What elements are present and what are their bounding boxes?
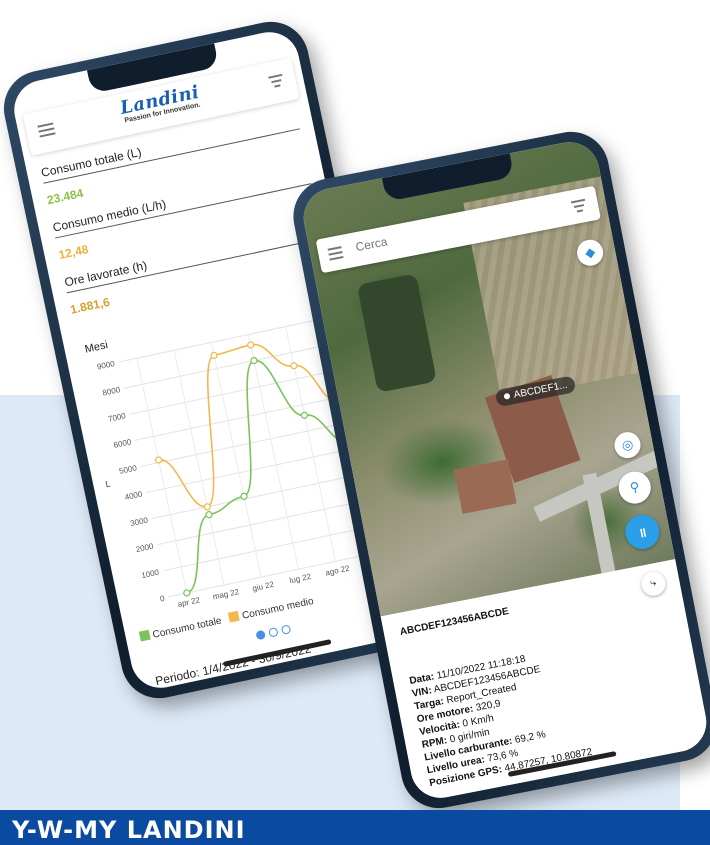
- y-tick-label: 8000: [102, 385, 122, 398]
- page-dot[interactable]: [267, 627, 279, 638]
- chart-title: Mesi: [84, 339, 109, 356]
- y-tick-label: 0: [159, 594, 166, 604]
- legend-swatch-totale: [138, 629, 151, 642]
- grid-line: [123, 340, 347, 389]
- x-tick-label: giu 22: [252, 580, 276, 593]
- page-dot[interactable]: [280, 624, 291, 636]
- grid-line: [118, 314, 342, 363]
- grid-line: [129, 366, 353, 415]
- filter-icon[interactable]: [570, 198, 588, 216]
- grid-line: [145, 444, 370, 494]
- grid-line: [134, 392, 359, 441]
- y-tick-label: 9000: [96, 359, 116, 372]
- marker-dot-icon: [503, 392, 511, 400]
- bottom-banner: Y-W-MY LANDINI: [0, 810, 710, 845]
- grid-line: [157, 496, 381, 546]
- grid-line: [151, 470, 375, 520]
- map-pond: [356, 273, 437, 393]
- menu-icon[interactable]: [37, 122, 56, 140]
- x-tick-label: apr 22: [177, 595, 202, 609]
- data-point[interactable]: [154, 456, 163, 464]
- banner-text: Y-W-MY LANDINI: [12, 816, 246, 844]
- data-point[interactable]: [203, 503, 211, 511]
- grid-line: [210, 342, 262, 578]
- grid-line: [168, 549, 392, 598]
- data-point[interactable]: [290, 362, 298, 370]
- data-point[interactable]: [183, 589, 191, 597]
- page-dot[interactable]: [254, 629, 266, 641]
- data-point[interactable]: [205, 511, 213, 519]
- locate-button[interactable]: ◎: [612, 429, 643, 461]
- x-tick-label: lug 22: [289, 572, 313, 585]
- location-pin-icon: ⚲: [628, 478, 641, 496]
- y-tick-label: 1000: [141, 568, 161, 581]
- pause-button[interactable]: ॥: [622, 512, 663, 552]
- menu-icon[interactable]: [327, 246, 345, 263]
- data-point[interactable]: [240, 492, 248, 500]
- x-tick-label: ago 22: [325, 564, 351, 578]
- grid-line: [247, 334, 299, 570]
- route-icon: ⤷: [649, 577, 658, 590]
- route-button[interactable]: ⤷: [639, 569, 668, 598]
- y-tick-label: 2000: [135, 542, 155, 555]
- legend-swatch-medio: [228, 610, 241, 623]
- grid-line: [140, 418, 364, 467]
- data-point[interactable]: [300, 411, 309, 419]
- map-building: [454, 459, 517, 514]
- target-icon: ◎: [620, 436, 635, 454]
- y-tick-label: 3000: [129, 515, 149, 528]
- data-point[interactable]: [250, 356, 258, 365]
- data-point[interactable]: [247, 341, 255, 349]
- y-tick-label: 6000: [113, 437, 133, 450]
- y-tick-label: 4000: [124, 489, 144, 502]
- y-axis-label: L: [104, 479, 111, 490]
- grid-line: [136, 358, 188, 594]
- x-tick-label: mag 22: [212, 587, 241, 601]
- pause-icon: ॥: [637, 524, 648, 541]
- y-tick-label: 7000: [107, 411, 127, 424]
- data-point[interactable]: [210, 351, 218, 360]
- grid-line: [162, 522, 386, 572]
- grid-line: [173, 350, 225, 586]
- filter-icon[interactable]: [268, 73, 285, 92]
- y-tick-label: 5000: [118, 463, 138, 476]
- layers-icon: ◆: [583, 243, 597, 261]
